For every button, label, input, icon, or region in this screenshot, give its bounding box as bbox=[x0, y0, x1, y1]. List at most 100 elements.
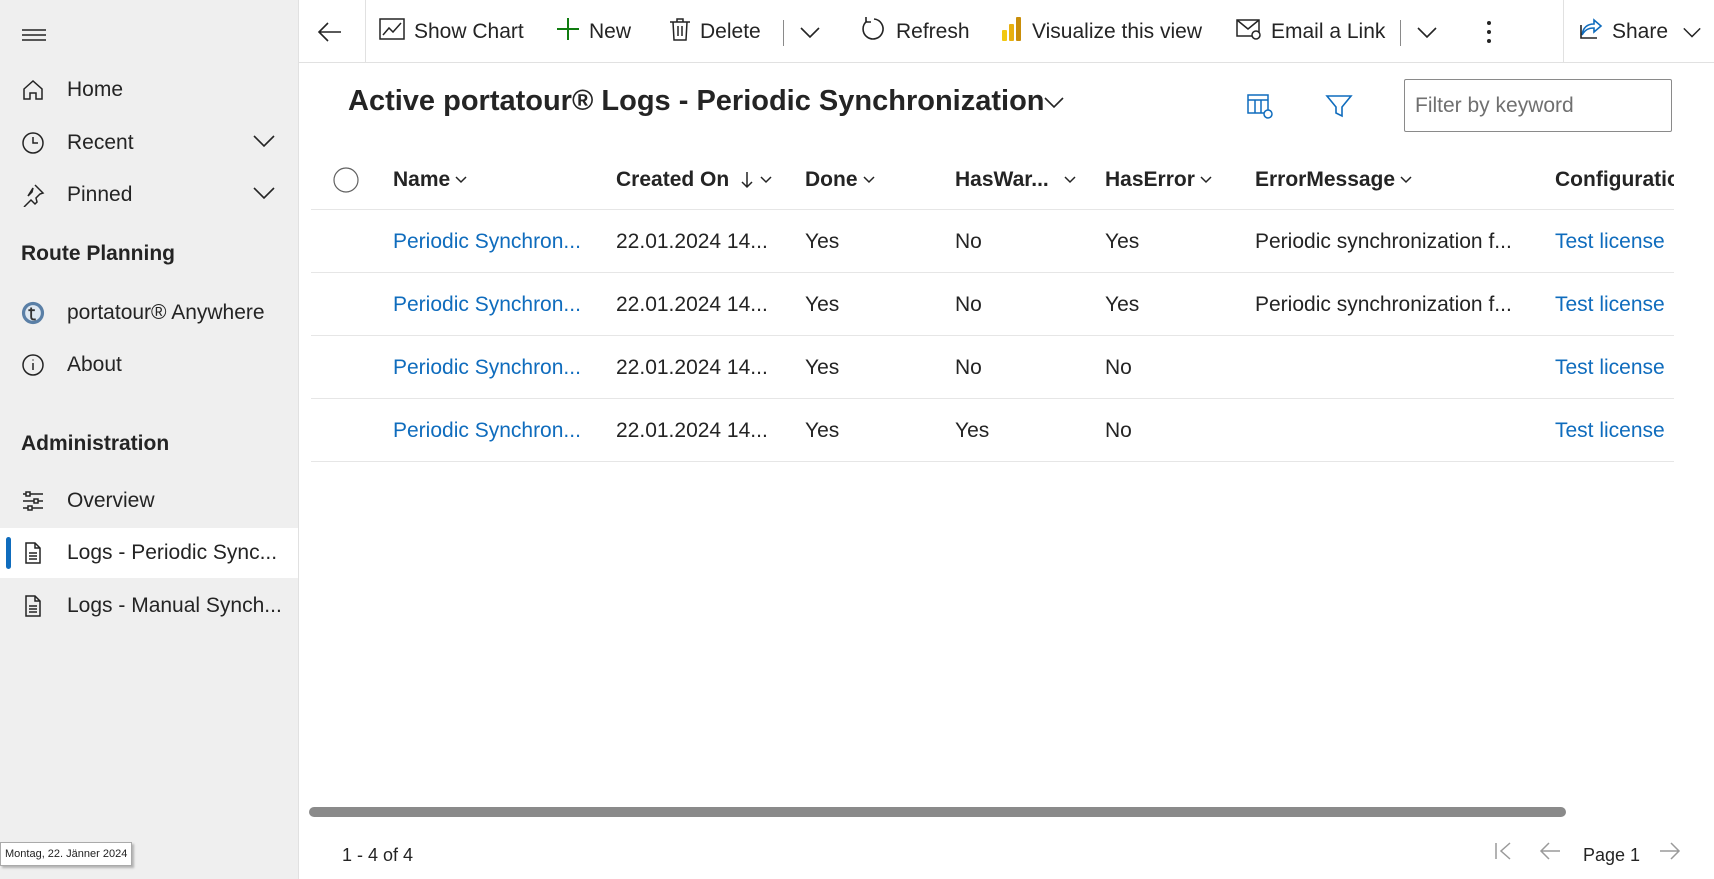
chevron-down-icon bbox=[862, 176, 875, 184]
configuration-link[interactable]: Test license bbox=[1555, 210, 1665, 273]
group-header-administration: Administration bbox=[21, 432, 170, 455]
next-page-icon[interactable] bbox=[1658, 840, 1682, 867]
show-chart-button[interactable]: Show Chart bbox=[379, 0, 524, 63]
back-button[interactable] bbox=[317, 0, 352, 63]
page-label: Page 1 bbox=[1583, 845, 1641, 865]
chevron-down-icon bbox=[1400, 176, 1412, 184]
divider bbox=[783, 20, 784, 46]
sidebar-item-label: Home bbox=[67, 78, 124, 101]
chevron-down-icon[interactable] bbox=[252, 185, 276, 206]
refresh-button[interactable]: Refresh bbox=[861, 0, 970, 63]
has-error-cell: No bbox=[1105, 418, 1132, 442]
delete-button[interactable]: Delete bbox=[669, 0, 761, 63]
done-cell: Yes bbox=[805, 355, 840, 379]
sidebar-item-home[interactable]: Home bbox=[0, 65, 298, 115]
divider bbox=[365, 0, 366, 63]
table-row[interactable]: Periodic Synchron... 22.01.2024 14... Ye… bbox=[311, 210, 1674, 273]
more-vertical-icon bbox=[1487, 20, 1491, 43]
column-header-done[interactable]: Done bbox=[805, 150, 876, 210]
sidebar-item-label: Logs - Periodic Sync... bbox=[67, 541, 278, 564]
select-all-checkbox[interactable] bbox=[329, 150, 359, 210]
column-header-has-error[interactable]: HasError bbox=[1105, 150, 1213, 210]
previous-page-icon[interactable] bbox=[1538, 840, 1562, 867]
divider bbox=[1563, 0, 1564, 63]
has-error-cell: Yes bbox=[1105, 229, 1140, 253]
name-link[interactable]: Periodic Synchron... bbox=[393, 399, 581, 462]
chart-icon bbox=[379, 17, 414, 47]
column-header-has-warning[interactable]: HasWar... bbox=[955, 150, 1077, 210]
sidebar-item-logs-manual[interactable]: Logs - Manual Synch... bbox=[0, 581, 298, 631]
sidebar-item-overview[interactable]: Overview bbox=[0, 476, 298, 526]
sliders-icon bbox=[21, 489, 45, 513]
chevron-down-icon[interactable] bbox=[252, 133, 276, 154]
sidebar-item-portatour-anywhere[interactable]: portatour® Anywhere bbox=[0, 288, 298, 338]
hamburger-menu-icon[interactable] bbox=[22, 26, 46, 49]
sidebar-item-label: Overview bbox=[67, 489, 155, 512]
edit-columns-icon[interactable] bbox=[1246, 92, 1274, 125]
group-header-route-planning: Route Planning bbox=[21, 242, 175, 265]
done-cell: Yes bbox=[805, 229, 840, 253]
sidebar-item-label: Pinned bbox=[67, 183, 133, 206]
portatour-logo-icon bbox=[21, 301, 45, 325]
more-commands-dropdown[interactable] bbox=[799, 0, 830, 63]
has-warning-cell: No bbox=[955, 229, 982, 253]
divider bbox=[1400, 20, 1401, 46]
name-link[interactable]: Periodic Synchron... bbox=[393, 210, 581, 273]
has-warning-cell: No bbox=[955, 292, 982, 316]
has-warning-cell: No bbox=[955, 355, 982, 379]
name-link[interactable]: Periodic Synchron... bbox=[393, 273, 581, 336]
first-page-icon[interactable] bbox=[1493, 840, 1515, 867]
configuration-link[interactable]: Test license bbox=[1555, 399, 1665, 462]
arrow-left-icon bbox=[317, 21, 341, 42]
has-error-cell: No bbox=[1105, 355, 1132, 379]
chevron-down-icon bbox=[1064, 176, 1076, 184]
info-icon bbox=[21, 353, 45, 377]
sort-descending-icon bbox=[741, 172, 753, 189]
sidebar-item-logs-periodic[interactable]: Logs - Periodic Sync... bbox=[0, 528, 298, 578]
view-selector-chevron-icon[interactable] bbox=[1043, 95, 1065, 114]
active-indicator bbox=[6, 537, 11, 569]
share-icon bbox=[1579, 17, 1612, 47]
name-link[interactable]: Periodic Synchron... bbox=[393, 336, 581, 399]
chevron-down-icon bbox=[800, 26, 820, 38]
column-header-error-message[interactable]: ErrorMessage bbox=[1255, 150, 1413, 210]
chevron-down-icon bbox=[1417, 26, 1437, 38]
date-tooltip: Montag, 22. Jänner 2024 bbox=[0, 842, 133, 866]
new-button[interactable]: New bbox=[556, 0, 631, 63]
table-row[interactable]: Periodic Synchron... 22.01.2024 14... Ye… bbox=[311, 273, 1674, 336]
sidebar-item-label: portatour® Anywhere bbox=[67, 301, 265, 324]
configuration-link[interactable]: Test license bbox=[1555, 336, 1665, 399]
data-grid: Name Created On Done HasWar... HasError … bbox=[311, 150, 1674, 470]
overflow-menu-button[interactable] bbox=[1486, 0, 1501, 63]
sidebar-item-label: Logs - Manual Synch... bbox=[67, 594, 282, 617]
email-link-button[interactable]: Email a Link bbox=[1236, 0, 1385, 63]
plus-icon bbox=[556, 17, 589, 47]
chevron-down-icon bbox=[760, 176, 772, 184]
sidebar-item-label: About bbox=[67, 353, 122, 376]
visualize-view-button[interactable]: Visualize this view bbox=[1001, 0, 1202, 63]
clock-icon bbox=[21, 131, 45, 155]
table-row[interactable]: Periodic Synchron... 22.01.2024 14... Ye… bbox=[311, 399, 1674, 462]
sidebar: Home Recent Pinned Route Planning portat… bbox=[0, 0, 299, 879]
column-header-created-on[interactable]: Created On bbox=[616, 150, 773, 210]
has-warning-cell: Yes bbox=[955, 418, 990, 442]
column-header-name[interactable]: Name bbox=[393, 150, 468, 210]
record-count: 1 - 4 of 4 bbox=[342, 845, 414, 865]
sidebar-item-pinned[interactable]: Pinned bbox=[0, 170, 298, 220]
filter-icon[interactable] bbox=[1325, 92, 1353, 125]
created-on-cell: 22.01.2024 14... bbox=[616, 418, 768, 442]
power-bi-icon bbox=[1001, 16, 1032, 48]
email-link-dropdown[interactable] bbox=[1416, 0, 1447, 63]
sidebar-item-about[interactable]: About bbox=[0, 340, 298, 390]
filter-by-keyword-input[interactable] bbox=[1404, 79, 1672, 132]
command-bar: Show Chart New Delete Refresh Visualize … bbox=[299, 0, 1714, 63]
column-header-configuration[interactable]: Configuratio bbox=[1555, 150, 1674, 210]
horizontal-scrollbar[interactable] bbox=[309, 807, 1566, 817]
configuration-link[interactable]: Test license bbox=[1555, 273, 1665, 336]
sidebar-item-recent[interactable]: Recent bbox=[0, 118, 298, 168]
table-row[interactable]: Periodic Synchron... 22.01.2024 14... Ye… bbox=[311, 336, 1674, 399]
share-button[interactable]: Share bbox=[1579, 0, 1711, 63]
view-title[interactable]: Active portatour® Logs - Periodic Synchr… bbox=[348, 85, 1045, 118]
home-icon bbox=[21, 78, 45, 102]
chevron-down-icon bbox=[1200, 176, 1212, 184]
